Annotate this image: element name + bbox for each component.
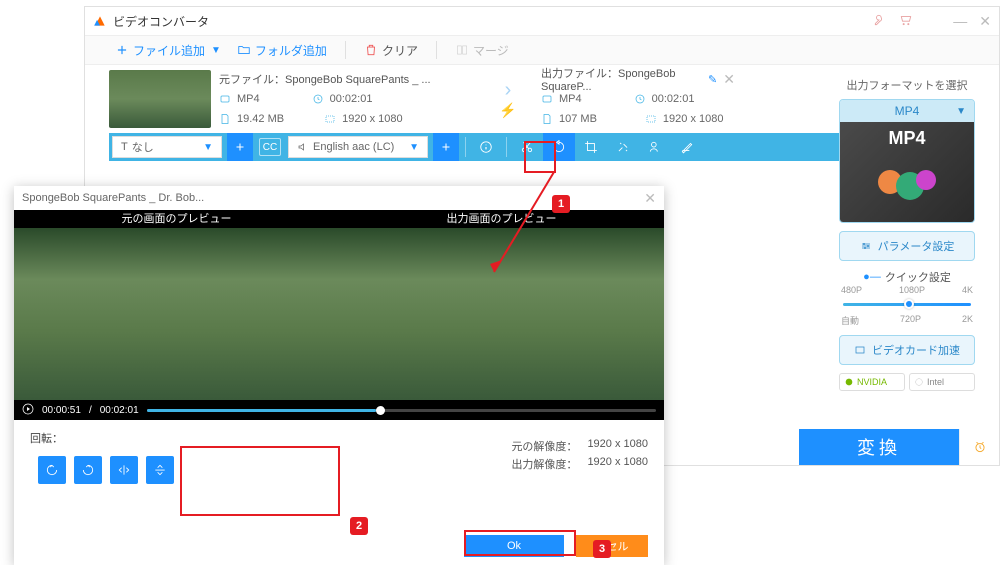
- watermark-icon[interactable]: [639, 133, 671, 161]
- merge-button[interactable]: マージ: [449, 38, 515, 63]
- callout-2: 2: [350, 517, 368, 535]
- conversion-arrow: › ⚡: [483, 65, 533, 133]
- rotate-label: 回転：: [30, 430, 174, 446]
- cart-icon[interactable]: [899, 13, 913, 30]
- cancel-button[interactable]: ンセル: [576, 535, 648, 557]
- bolt-icon: ⚡: [499, 102, 516, 119]
- add-subtitle-button[interactable]: [227, 133, 253, 161]
- edit-filename-icon[interactable]: ✎: [708, 73, 717, 86]
- resolution-info: 元の解像度：1920 x 1080 出力解像度：1920 x 1080: [511, 438, 648, 484]
- format-preview: MP4: [840, 122, 974, 222]
- subtitle-select[interactable]: Tなし▼: [112, 136, 222, 158]
- key-icon[interactable]: [873, 13, 887, 30]
- audio-track-select[interactable]: English aac (LC)▼: [288, 136, 428, 158]
- chevron-down-icon: ▼: [956, 106, 966, 117]
- video-format-icon: [541, 93, 553, 105]
- effects-icon[interactable]: [607, 133, 639, 161]
- rotate-icon[interactable]: [543, 133, 575, 161]
- video-format-icon: [219, 93, 231, 105]
- file-size-icon: [219, 113, 231, 125]
- callout-3: 3: [593, 540, 611, 558]
- time-current: 00:00:51: [42, 405, 81, 416]
- app-logo-icon: [93, 14, 107, 28]
- callout-1: 1: [552, 195, 570, 213]
- cut-icon[interactable]: [511, 133, 543, 161]
- info-icon[interactable]: [470, 133, 502, 161]
- convert-button[interactable]: 変換: [799, 429, 959, 465]
- cc-icon[interactable]: CC: [259, 138, 281, 156]
- close-button[interactable]: ✕: [979, 13, 991, 30]
- add-audio-button[interactable]: [433, 133, 459, 161]
- player-bar: 00:00:51 / 00:02:01: [14, 400, 664, 420]
- quality-slider[interactable]: [843, 303, 971, 306]
- clock-icon: [634, 93, 646, 105]
- resolution-icon: [645, 113, 657, 125]
- chevron-down-icon: ▼: [211, 45, 221, 56]
- preview-src-label: 元の画面のプレビュー: [14, 210, 339, 228]
- file-size-icon: [541, 113, 553, 125]
- main-toolbar: ファイル追加▼ フォルダ追加 クリア マージ: [85, 35, 999, 65]
- rotate-right-button[interactable]: [74, 456, 102, 484]
- add-folder-button[interactable]: フォルダ追加: [231, 38, 333, 63]
- window-title: ビデオコンバータ: [113, 13, 873, 30]
- timer-button[interactable]: [959, 429, 999, 465]
- format-selector[interactable]: MP4▼ MP4: [839, 99, 975, 223]
- source-file-panel: 元ファイル：SpongeBob SquarePants _ ... MP4 00…: [211, 65, 483, 133]
- dialog-title: SpongeBob SquarePants _ Dr. Bob...: [22, 192, 204, 204]
- video-thumbnail[interactable]: [109, 70, 211, 128]
- seek-bar[interactable]: [147, 409, 656, 412]
- nvidia-chip: NVIDIA: [839, 373, 905, 391]
- output-file-panel: 出力ファイル：SpongeBob SquareP...✎✕ MP4 00:02:…: [533, 65, 753, 133]
- flip-vertical-button[interactable]: [146, 456, 174, 484]
- preview-source: [14, 228, 339, 400]
- subtitle-edit-icon[interactable]: [671, 133, 703, 161]
- play-button[interactable]: [22, 403, 34, 418]
- rotate-dialog: SpongeBob SquarePants _ Dr. Bob... ✕ 元の画…: [14, 186, 664, 565]
- intel-chip: Intel: [909, 373, 975, 391]
- crop-icon[interactable]: [575, 133, 607, 161]
- format-sidebar: 出力フォーマットを選択 MP4▼ MP4 パラメータ設定 ●—クイック設定 48…: [839, 77, 975, 391]
- sidebar-heading: 出力フォーマットを選択: [839, 77, 975, 93]
- titlebar: ビデオコンバータ — ✕: [85, 7, 999, 35]
- resolution-icon: [324, 113, 336, 125]
- minimize-button[interactable]: —: [953, 13, 967, 30]
- gpu-accel-button[interactable]: ビデオカード加速: [839, 335, 975, 365]
- parameter-settings-button[interactable]: パラメータ設定: [839, 231, 975, 261]
- rotate-left-button[interactable]: [38, 456, 66, 484]
- dialog-close-button[interactable]: ✕: [644, 190, 656, 207]
- preview-body: [14, 228, 664, 400]
- rotate-controls: 回転：: [30, 430, 174, 484]
- clear-button[interactable]: クリア: [358, 38, 424, 63]
- flip-horizontal-button[interactable]: [110, 456, 138, 484]
- quick-settings: ●—クイック設定 480P1080P4K 自動720P2K: [839, 269, 975, 327]
- time-total: 00:02:01: [100, 405, 139, 416]
- clock-icon: [312, 93, 324, 105]
- remove-file-button[interactable]: ✕: [723, 71, 745, 88]
- ok-button[interactable]: Ok: [464, 535, 564, 557]
- add-file-button[interactable]: ファイル追加▼: [109, 38, 227, 63]
